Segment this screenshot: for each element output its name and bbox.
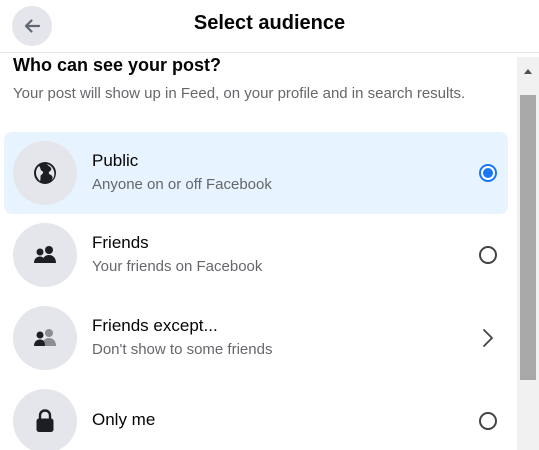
radio-button[interactable] bbox=[476, 161, 500, 185]
option-icon-circle bbox=[13, 141, 77, 205]
option-icon-circle bbox=[13, 223, 77, 287]
globe-icon bbox=[34, 162, 56, 184]
radio-button[interactable] bbox=[476, 243, 500, 267]
option-description: Anyone on or off Facebook bbox=[92, 176, 272, 193]
radio-unselected bbox=[479, 412, 497, 430]
option-friends[interactable]: Friends Your friends on Facebook bbox=[4, 214, 508, 296]
radio-selected bbox=[479, 164, 497, 182]
section-heading: Who can see your post? bbox=[13, 55, 222, 75]
chevron-right-icon bbox=[476, 326, 500, 350]
option-icon-circle bbox=[13, 389, 77, 450]
option-friends-except[interactable]: Friends except... Don't show to some fri… bbox=[4, 297, 508, 379]
option-description: Your friends on Facebook bbox=[92, 258, 263, 275]
friends-except-icon bbox=[34, 329, 56, 346]
dialog-header: Select audience bbox=[0, 0, 539, 53]
lock-icon bbox=[36, 409, 54, 432]
option-title: Friends bbox=[92, 233, 149, 252]
friends-icon bbox=[34, 246, 56, 263]
option-title: Friends except... bbox=[92, 316, 218, 335]
audience-list: Who can see your post? Your post will sh… bbox=[0, 53, 516, 450]
option-public[interactable]: Public Anyone on or off Facebook bbox=[4, 132, 508, 214]
option-title: Public bbox=[92, 151, 139, 170]
radio-button[interactable] bbox=[476, 409, 500, 433]
scroll-up-arrow-icon[interactable] bbox=[517, 57, 539, 85]
option-title: Only me bbox=[92, 410, 156, 429]
option-description: Don't show to some friends bbox=[92, 341, 273, 358]
scrollbar[interactable] bbox=[517, 57, 539, 450]
radio-unselected bbox=[479, 246, 497, 264]
option-icon-circle bbox=[13, 306, 77, 370]
scrollbar-thumb[interactable] bbox=[520, 95, 536, 380]
option-only-me[interactable]: Only me bbox=[4, 380, 508, 450]
section-subtext: Your post will show up in Feed, on your … bbox=[13, 85, 466, 102]
dialog-title: Select audience bbox=[193, 12, 346, 34]
